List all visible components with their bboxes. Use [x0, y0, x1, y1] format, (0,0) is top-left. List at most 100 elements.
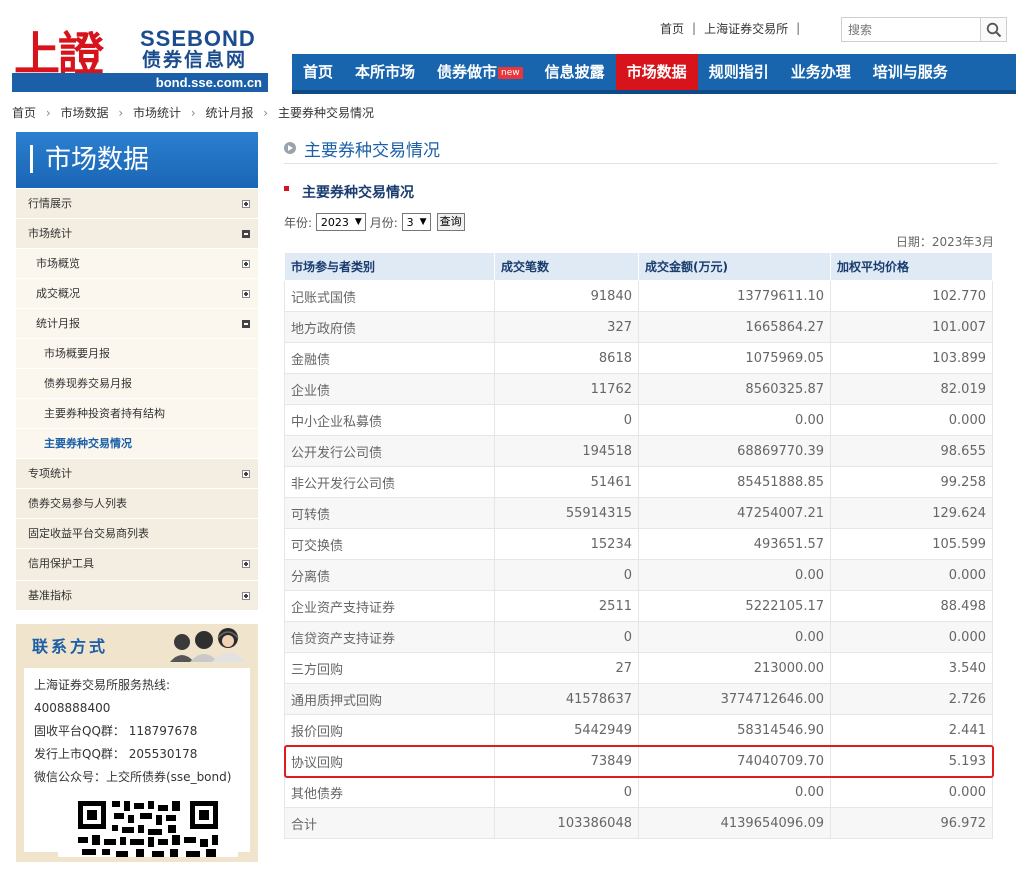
expand-icon[interactable]: [242, 290, 250, 298]
sidebar-item-bond-spot-monthly[interactable]: 债券现券交易月报: [16, 368, 258, 398]
query-button[interactable]: 查询: [436, 213, 465, 231]
row-value-cell: 213000.00: [638, 652, 831, 684]
sidebar-menu: 行情展示 市场统计 市场概览 成交概况 统计月报 市场概要月报 债券现券交易月报…: [16, 188, 258, 610]
row-value-cell: 0.000: [830, 404, 993, 436]
expand-icon[interactable]: [242, 200, 250, 208]
sidebar-item-dealers[interactable]: 固定收益平台交易商列表: [16, 518, 258, 548]
table-row: 企业资产支持证券 2511 5222105.17 88.498: [284, 590, 993, 622]
row-value-cell: 13779611.10: [638, 280, 831, 312]
row-value-cell: 74040709.70: [638, 745, 831, 777]
table-row: 三方回购 27 213000.00 3.540: [284, 652, 993, 684]
sidebar-item-label: 信用保护工具: [28, 557, 94, 570]
main-nav: 首页 本所市场 债券做市 new 信息披露 市场数据 规则指引 业务办理 培训与服…: [292, 54, 1016, 94]
row-value-cell: 2.726: [830, 683, 993, 715]
sidebar-title-text: 市场数据: [45, 145, 150, 175]
table-row: 企业债 11762 8560325.87 82.019: [284, 373, 993, 405]
expand-icon[interactable]: [242, 470, 250, 478]
qr-code-icon: [58, 797, 238, 857]
month-select[interactable]: 3 ▼: [401, 213, 431, 231]
top-link-separator: |: [796, 21, 801, 35]
sidebar-item-label: 固定收益平台交易商列表: [28, 527, 149, 540]
sidebar-item-main-bond-trading[interactable]: 主要券种交易情况: [16, 428, 258, 458]
row-value-cell: 8618: [494, 342, 639, 374]
sidebar-item-investor-holding[interactable]: 主要券种投资者持有结构: [16, 398, 258, 428]
row-value-cell: 0: [494, 404, 639, 436]
nav-item-market-making[interactable]: 债券做市 new: [426, 54, 534, 90]
breadcrumb-item[interactable]: 首页: [12, 106, 36, 120]
row-value-cell: 0.00: [638, 559, 831, 591]
sidebar-item-market-summary-monthly[interactable]: 市场概要月报: [16, 338, 258, 368]
nav-item-home[interactable]: 首页: [292, 54, 344, 90]
breadcrumb-item[interactable]: 市场数据: [60, 106, 108, 120]
column-header: 加权平均价格: [830, 252, 993, 281]
column-header: 市场参与者类别: [284, 252, 495, 281]
row-value-cell: 5442949: [494, 714, 639, 746]
sidebar-item-credit-protection[interactable]: 信用保护工具: [16, 548, 258, 578]
row-value-cell: 11762: [494, 373, 639, 405]
row-value-cell: 2511: [494, 590, 639, 622]
contact-panel: 联系方式 上海证券交易所服务热线: 4008888400 固收平台QQ群： 11…: [16, 624, 258, 862]
nav-item-disclosure[interactable]: 信息披露: [534, 54, 616, 90]
square-bullet-icon: [284, 186, 289, 191]
nav-item-training[interactable]: 培训与服务: [862, 54, 959, 90]
logo-en: SSEBOND: [140, 26, 256, 51]
search-button[interactable]: [980, 18, 1006, 41]
row-value-cell: 0: [494, 621, 639, 653]
contact-hotline: 4008888400: [34, 701, 111, 715]
breadcrumb-current: 主要券种交易情况: [277, 106, 374, 120]
nav-item-rules[interactable]: 规则指引: [698, 54, 780, 90]
expand-icon[interactable]: [242, 560, 250, 568]
row-value-cell: 96.972: [830, 807, 993, 839]
row-value-cell: 0.000: [830, 559, 993, 591]
sidebar-item-label: 主要券种投资者持有结构: [44, 407, 165, 420]
contact-line: 发行上市QQ群： 205530178: [34, 747, 198, 761]
row-category-cell: 其他债券: [284, 776, 495, 808]
row-category-cell: 协议回购: [284, 745, 495, 777]
row-value-cell: 0.00: [638, 776, 831, 808]
row-value-cell: 105.599: [830, 528, 993, 560]
sidebar-item-special-stats[interactable]: 专项统计: [16, 458, 258, 488]
nav-item-market-data[interactable]: 市场数据: [615, 54, 698, 90]
table-row: 公开发行公司债 194518 68869770.39 98.655: [284, 435, 993, 467]
trading-table: 市场参与者类别 成交笔数 成交金额(万元) 加权平均价格 记账式国债 91840 1…: [284, 252, 993, 839]
sidebar-item-benchmark[interactable]: 基准指标: [16, 580, 258, 610]
row-value-cell: 3.540: [830, 652, 993, 684]
breadcrumb-item[interactable]: 市场统计: [133, 106, 181, 120]
row-value-cell: 5.193: [830, 745, 993, 777]
breadcrumb-item[interactable]: 统计月报: [205, 106, 253, 120]
row-category-cell: 地方政府债: [284, 311, 495, 343]
contact-body: 上海证券交易所服务热线: 4008888400 固收平台QQ群： 1187976…: [16, 662, 258, 862]
expand-icon[interactable]: [242, 260, 250, 268]
logo-url: bond.sse.com.cn: [12, 73, 268, 92]
table-row: 可转债 55914315 47254007.21 129.624: [284, 497, 993, 529]
row-value-cell: 0: [494, 559, 639, 591]
breadcrumb-arrow-icon: ›: [118, 106, 124, 120]
year-label: 年份:: [284, 215, 313, 230]
top-link-exchange[interactable]: 上海证券交易所: [704, 20, 788, 37]
month-select-value: 3: [406, 215, 414, 229]
sidebar-item-label: 专项统计: [28, 467, 72, 480]
row-value-cell: 99.258: [830, 466, 993, 498]
row-value-cell: 91840: [494, 280, 639, 312]
expand-icon[interactable]: [242, 592, 250, 600]
contact-info: 上海证券交易所服务热线: 4008888400 固收平台QQ群： 1187976…: [24, 668, 250, 857]
main-content: 主要券种交易情况 主要券种交易情况 年份: 2023 ▼ 月份: 3 ▼ 查询 日期…: [284, 132, 998, 839]
sidebar-item-monthly-report[interactable]: 统计月报: [16, 308, 258, 338]
row-value-cell: 5222105.17: [638, 590, 831, 622]
year-select[interactable]: 2023 ▼: [315, 213, 366, 231]
collapse-icon[interactable]: [242, 230, 250, 238]
sidebar-item-participants[interactable]: 债券交易参与人列表: [16, 488, 258, 518]
nav-item-business[interactable]: 业务办理: [780, 54, 862, 90]
nav-item-market[interactable]: 本所市场: [344, 54, 426, 90]
site-logo[interactable]: 上證 SSEBOND 债券信息网 bond.sse.com.cn: [12, 26, 268, 92]
search-input[interactable]: [842, 18, 980, 41]
collapse-icon[interactable]: [242, 320, 250, 328]
row-category-cell: 分离债: [284, 559, 495, 591]
sidebar-item-trade-overview[interactable]: 成交概况: [16, 278, 258, 308]
row-value-cell: 51461: [494, 466, 639, 498]
sidebar-item-market-overview[interactable]: 市场概览: [16, 248, 258, 278]
sidebar-item-market-stats[interactable]: 市场统计: [16, 218, 258, 248]
sidebar-item-quotes[interactable]: 行情展示: [16, 188, 258, 218]
top-link-home[interactable]: 首页: [660, 20, 684, 37]
sidebar-item-label: 市场统计: [28, 227, 72, 240]
